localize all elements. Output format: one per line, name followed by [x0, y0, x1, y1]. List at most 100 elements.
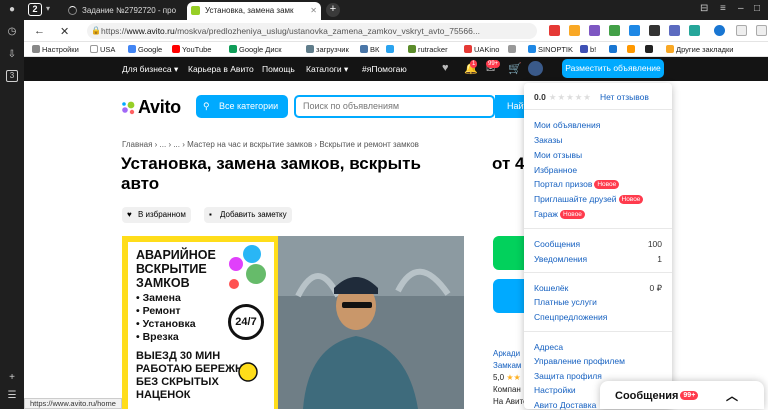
maximize-icon[interactable]: □ — [754, 3, 760, 14]
tab-counter[interactable]: 2 — [28, 3, 42, 16]
close-tab-icon[interactable]: ✕ — [310, 2, 317, 19]
url-path: /moskva/predlozheniya_uslug/ustanovka_za… — [174, 26, 480, 36]
menu-garage[interactable]: Гараж Новое — [534, 209, 585, 219]
shield-icon[interactable] — [714, 25, 725, 36]
minimize-icon[interactable]: – — [738, 3, 744, 14]
listing-photo[interactable]: АВАРИЙНОЕ ВСКРЫТИЕ ЗАМКОВ • Замена • Рем… — [122, 236, 464, 409]
downloads-icon[interactable]: ⇩ — [6, 49, 18, 61]
stop-loading-icon[interactable]: ✕ — [60, 25, 69, 38]
menu-catalogs[interactable]: Каталоги ▾ — [306, 64, 348, 75]
telegram-icon — [386, 45, 394, 53]
new-badge: Новое — [618, 195, 644, 204]
bookmark-item[interactable]: загрузчик — [306, 44, 349, 55]
profile-dropdown: 0.0 ★★★★★ Нет отзывов Мои объявления Заказ… — [524, 83, 672, 410]
menu-notifications[interactable]: Уведомления — [534, 254, 587, 264]
favorites-heart-icon[interactable]: ♥ — [442, 62, 449, 74]
loading-icon — [68, 6, 77, 15]
menu-profile-management[interactable]: Управление профилем — [534, 356, 625, 366]
menu-prize-portal[interactable]: Портал призов Новое — [534, 179, 620, 189]
bookmark-item[interactable] — [609, 44, 619, 55]
extension-icon[interactable] — [689, 25, 700, 36]
back-icon[interactable]: ← — [34, 25, 45, 37]
add-panel-icon[interactable]: + — [6, 372, 18, 384]
profile-icon[interactable]: ● — [6, 4, 18, 16]
breadcrumb[interactable]: Главная › ... › ... › Мастер на час и вс… — [122, 140, 419, 149]
search-icon: ⚲ — [203, 101, 210, 111]
chevron-down-icon[interactable]: ▾ — [46, 4, 50, 13]
bookmark-item[interactable]: b! — [580, 44, 596, 55]
extension-icon[interactable] — [549, 25, 560, 36]
menu-paid-services[interactable]: Платные услуги — [534, 297, 597, 307]
bookmark-item[interactable] — [508, 44, 518, 55]
menu-messages[interactable]: Сообщения — [534, 239, 580, 249]
extension-icon[interactable] — [629, 25, 640, 36]
menu-business[interactable]: Для бизнеса ▾ — [122, 64, 178, 75]
all-categories-button[interactable]: ⚲ Все категории — [196, 95, 288, 118]
download-icon[interactable] — [756, 25, 767, 36]
bookmark-icon — [645, 45, 653, 53]
bookmark-item[interactable]: UAKino — [464, 44, 499, 55]
chevron-up-icon[interactable]: ︿ — [726, 387, 738, 404]
history-icon[interactable]: ◷ — [6, 26, 18, 38]
master-photo — [278, 236, 464, 409]
rating-row: 0.0 ★★★★★ Нет отзывов — [534, 92, 649, 102]
new-tab-button[interactable]: + — [326, 3, 340, 17]
favorites-button[interactable]: ♥ В избранном — [122, 207, 191, 223]
menu-ya-pomogayu[interactable]: #яПомогаю — [362, 64, 407, 74]
bookmark-icon[interactable]: ⊟ — [700, 3, 708, 14]
messages-badge: 99+ — [486, 60, 501, 68]
yellow-circle-icon — [238, 362, 258, 382]
menu-invite-friends[interactable]: Приглашайте друзей Новое — [534, 194, 644, 204]
bookmark-item[interactable] — [386, 44, 396, 55]
bookmark-item[interactable]: ВК — [360, 44, 379, 55]
extension-icon[interactable] — [589, 25, 600, 36]
bookmark-item[interactable]: Google — [128, 44, 162, 55]
divider — [524, 109, 672, 110]
bookmark-item[interactable]: Google Диск — [229, 44, 282, 55]
sidebar-settings-icon[interactable]: ☰ — [6, 390, 18, 402]
tab-avito[interactable]: Установка, замена замк ✕ — [187, 2, 321, 20]
add-note-button[interactable]: ▪ Добавить заметку — [204, 207, 292, 223]
tabs-count-icon[interactable]: 3 — [6, 70, 18, 82]
extension-icon[interactable] — [569, 25, 580, 36]
seller-name[interactable]: Аркади — [493, 348, 528, 360]
messages-widget[interactable]: Сообщения 99+ ︿ — [600, 381, 764, 409]
bookmark-item[interactable]: YouTube — [172, 44, 211, 55]
bookmark-item[interactable]: Другие закладки — [666, 44, 733, 55]
seller-info[interactable]: Аркади Замкам 5,0 ★★ Компан На Авито — [493, 348, 528, 408]
menu-help[interactable]: Помощь — [262, 64, 295, 74]
menu-profile-protection[interactable]: Защита профиля — [534, 371, 602, 381]
bookmark-item[interactable]: rutracker — [408, 44, 448, 55]
bookmark-item[interactable] — [627, 44, 637, 55]
menu-orders[interactable]: Заказы — [534, 135, 562, 145]
menu-my-reviews[interactable]: Мои отзывы — [534, 150, 582, 160]
avatar[interactable] — [528, 61, 543, 76]
extension-icon[interactable] — [669, 25, 680, 36]
person-photo-icon — [278, 236, 464, 409]
menu-icon[interactable]: ≡ — [720, 3, 726, 14]
url-input[interactable]: 🔒 https://www.avito.ru/moskva/predlozhen… — [87, 23, 537, 39]
menu-wallet[interactable]: Кошелёк — [534, 283, 568, 293]
bookmark-item[interactable]: USA — [90, 44, 115, 55]
avito-favicon-icon — [191, 6, 200, 15]
tab-task[interactable]: Задание №2792720 - про — [64, 2, 186, 20]
tab-title: Установка, замена замк — [205, 6, 294, 15]
extension-icon[interactable] — [609, 25, 620, 36]
extension-icon[interactable] — [649, 25, 660, 36]
extension-icon[interactable] — [736, 25, 747, 36]
divider — [524, 272, 672, 273]
avito-logo[interactable]: Avito — [122, 97, 181, 118]
bookmark-item[interactable]: SINOPTIK — [528, 44, 573, 55]
reviews-link[interactable]: Нет отзывов — [600, 92, 649, 102]
post-ad-button[interactable]: Разместить объявление — [562, 59, 664, 78]
menu-settings[interactable]: Настройки — [534, 385, 576, 395]
menu-special-offers[interactable]: Спецпредложения — [534, 312, 607, 322]
bookmark-item[interactable]: Настройки — [32, 44, 79, 55]
bookmark-item[interactable] — [645, 44, 655, 55]
menu-my-ads[interactable]: Мои объявления — [534, 120, 600, 130]
menu-addresses[interactable]: Адреса — [534, 342, 563, 352]
search-input[interactable]: Поиск по объявлениям — [294, 95, 495, 118]
menu-favorites[interactable]: Избранное — [534, 165, 577, 175]
cart-icon[interactable]: 🛒 — [508, 62, 522, 75]
menu-career[interactable]: Карьера в Авито — [188, 64, 254, 74]
